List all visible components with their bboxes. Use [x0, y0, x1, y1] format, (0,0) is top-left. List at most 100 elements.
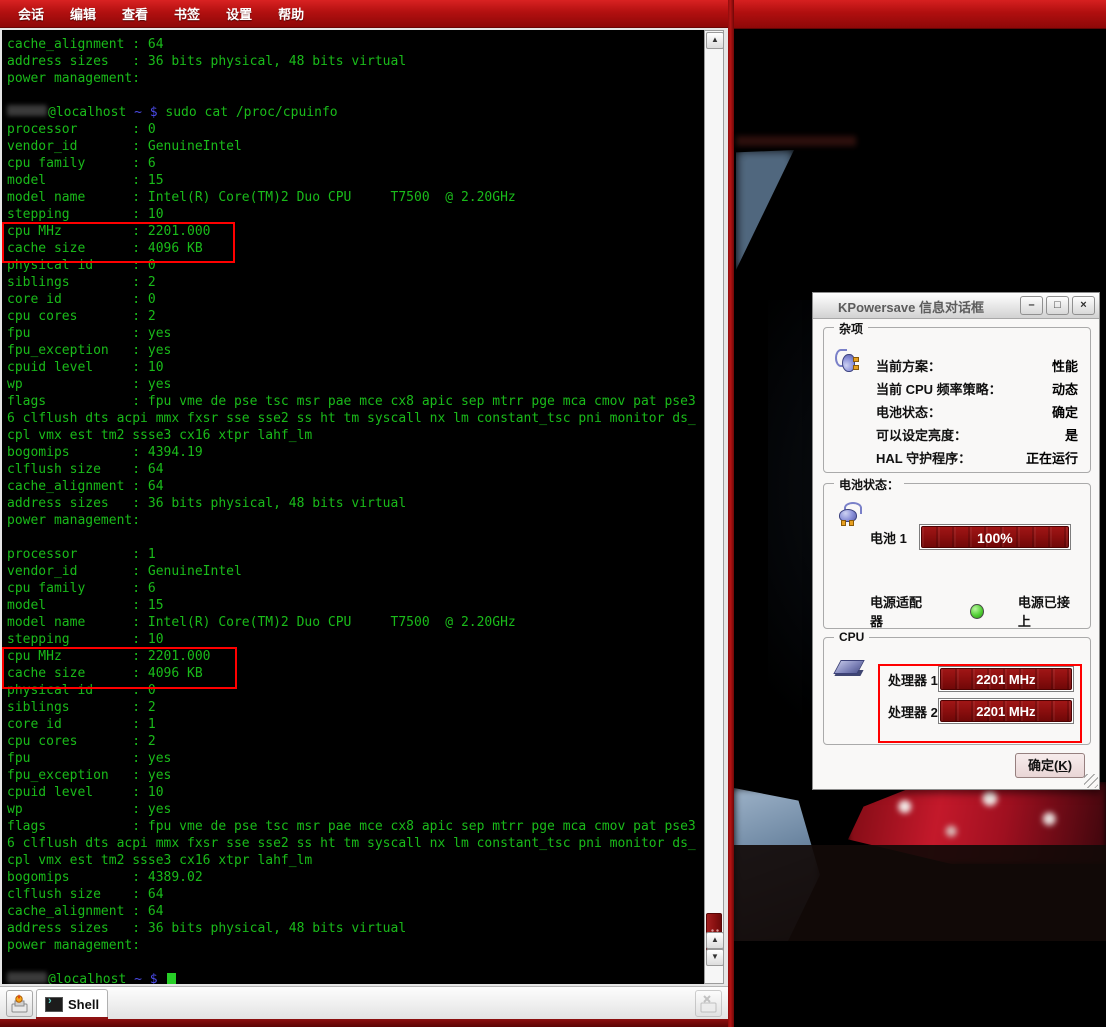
scrollbar-up-icon[interactable]: ▲ — [706, 32, 724, 49]
terminal-line: address sizes : 36 bits physical, 48 bit… — [7, 920, 696, 937]
terminal-line — [7, 954, 696, 971]
adapter-label: 电源适配器 — [870, 592, 928, 630]
terminal-lines: cache_alignment : 64address sizes : 36 b… — [7, 36, 696, 984]
battery-label: 电池 1 — [870, 528, 907, 547]
cpu-frequency-bar: 2201 MHz — [938, 698, 1074, 724]
terminal-line: cpuid level : 10 — [7, 359, 696, 376]
misc-rows: 当前方案： 性能 当前 CPU 频率策略： 动态 电池状态： 确定 可以设定亮度… — [876, 354, 1078, 469]
new-session-button[interactable] — [6, 990, 33, 1017]
terminal-line: cpl vmx est tm2 ssse3 cx16 xtpr lahf_lm — [7, 852, 696, 869]
terminal-line: siblings : 2 — [7, 699, 696, 716]
terminal-line: core id : 0 — [7, 291, 696, 308]
terminal-line: cache size : 4096 KB — [7, 240, 696, 257]
cpu-frequency-value: 2201 MHz — [940, 700, 1072, 722]
misc-value: 性能 — [1052, 356, 1078, 375]
tab-shell-label: Shell — [68, 997, 99, 1012]
scrollbar-down-icon[interactable]: ▼ — [706, 949, 724, 966]
terminal-line: power management: — [7, 512, 696, 529]
terminal-line: 6 clflush dts acpi mmx fxsr sse sse2 ss … — [7, 835, 696, 852]
menu-view[interactable]: 查看 — [122, 4, 148, 23]
tab-bar: Shell — [0, 986, 728, 1019]
cpu-groupbox: CPU 处理器 1 2201 MHz 处理器 2 2201 MHz — [823, 637, 1091, 745]
menu-bookmarks[interactable]: 书签 — [174, 4, 200, 23]
terminal-line — [7, 87, 696, 104]
misc-value: 正在运行 — [1026, 448, 1078, 467]
close-button[interactable]: × — [1072, 296, 1095, 315]
terminal-line: clflush size : 64 — [7, 461, 696, 478]
scrollbar-up-icon[interactable]: ▲ — [706, 932, 724, 949]
cpu-frequency-bar: 2201 MHz — [938, 666, 1074, 692]
terminal-line: fpu_exception : yes — [7, 342, 696, 359]
cpu-legend: CPU — [834, 630, 869, 644]
menu-edit[interactable]: 编辑 — [70, 4, 96, 23]
misc-row-scheme: 当前方案： 性能 — [876, 354, 1078, 377]
kpowersave-dialog: KPowersave 信息对话框 – □ × 杂项 当前方案： 性能 — [812, 292, 1100, 790]
terminal-line: model name : Intel(R) Core(TM)2 Duo CPU … — [7, 189, 696, 206]
adapter-status: 电源已接上 — [1018, 592, 1076, 630]
menu-help[interactable]: 帮助 — [278, 4, 304, 23]
battery-groupbox: 电池状态： 电池 1 100% 电源适配器 电源已接上 — [823, 483, 1091, 629]
resize-grip[interactable] — [1084, 774, 1098, 788]
cpu-frequency-value: 2201 MHz — [940, 668, 1072, 690]
terminal-line: siblings : 2 — [7, 274, 696, 291]
minimize-button[interactable]: – — [1020, 296, 1043, 315]
terminal-line: fpu : yes — [7, 750, 696, 767]
terminal-line: bogomips : 4394.19 — [7, 444, 696, 461]
dialog-title: KPowersave 信息对话框 — [813, 297, 1009, 316]
menu-session[interactable]: 会话 — [18, 4, 44, 23]
battery-progressbar: 100% — [919, 524, 1071, 550]
close-session-icon — [696, 991, 721, 1016]
plug-prong — [841, 520, 846, 526]
video-frame-dark-area — [734, 845, 1106, 941]
terminal-line: cache_alignment : 64 — [7, 36, 696, 53]
terminal-line: cache_alignment : 64 — [7, 478, 696, 495]
terminal-line: vendor_id : GenuineIntel — [7, 138, 696, 155]
terminal-line: stepping : 10 — [7, 631, 696, 648]
dialog-titlebar[interactable]: KPowersave 信息对话框 – □ × — [813, 293, 1099, 319]
terminal-frame: cache_alignment : 64address sizes : 36 b… — [0, 28, 728, 986]
terminal-line: physical id : 0 — [7, 257, 696, 274]
cpu-row-processor2: 处理器 2 2201 MHz — [888, 698, 1074, 724]
video-window-titlebar — [734, 0, 1106, 29]
tab-shell[interactable]: Shell — [36, 989, 108, 1019]
misc-label: 电池状态： — [876, 402, 941, 421]
video-window-border — [728, 0, 734, 1027]
terminal-line: fpu : yes — [7, 325, 696, 342]
misc-value: 确定 — [1052, 402, 1078, 421]
terminal-line: bogomips : 4389.02 — [7, 869, 696, 886]
dialog-window-buttons: – □ × — [1020, 296, 1095, 315]
terminal-line: cache size : 4096 KB — [7, 665, 696, 682]
misc-row-battery-state: 电池状态： 确定 — [876, 400, 1078, 423]
plug-prong — [853, 365, 859, 370]
battery-row: 电池 1 100% — [870, 524, 1076, 550]
close-session-button[interactable] — [695, 990, 722, 1017]
misc-row-cpu-policy: 当前 CPU 频率策略： 动态 — [876, 377, 1078, 400]
terminal-line: core id : 1 — [7, 716, 696, 733]
terminal-line: model : 15 — [7, 172, 696, 189]
misc-groupbox: 杂项 当前方案： 性能 当前 CPU 频率策略： 动态 电池状态： 确定 — [823, 327, 1091, 473]
terminal-line: cpu family : 6 — [7, 580, 696, 597]
terminal-line: cpl vmx est tm2 ssse3 cx16 xtpr lahf_lm — [7, 427, 696, 444]
new-session-icon — [7, 991, 32, 1016]
misc-label: 可以设定亮度： — [876, 425, 967, 444]
maximize-button[interactable]: □ — [1046, 296, 1069, 315]
terminal-line: processor : 1 — [7, 546, 696, 563]
terminal-line: stepping : 10 — [7, 206, 696, 223]
terminal-cursor — [167, 973, 176, 984]
misc-label: 当前 CPU 频率策略： — [876, 379, 1002, 398]
censored-username — [7, 972, 47, 983]
terminal-line: cache_alignment : 64 — [7, 903, 696, 920]
power-plug-icon — [835, 349, 859, 375]
battery-progress-value: 100% — [921, 526, 1069, 548]
menu-settings[interactable]: 设置 — [226, 4, 252, 23]
terminal-scrollbar[interactable]: ▲ ▲ ▼ — [704, 30, 724, 984]
terminal-line — [7, 529, 696, 546]
misc-row-hal-daemon: HAL 守护程序： 正在运行 — [876, 446, 1078, 469]
cpu-label: 处理器 2 — [888, 702, 938, 721]
ok-button[interactable]: 确定(K) — [1015, 753, 1085, 778]
terminal-view[interactable]: cache_alignment : 64address sizes : 36 b… — [2, 30, 704, 984]
konsole-bottom-border — [0, 1019, 728, 1027]
terminal-line: physical id : 0 — [7, 682, 696, 699]
cpu-row-processor1: 处理器 1 2201 MHz — [888, 666, 1074, 692]
cpu-label: 处理器 1 — [888, 670, 938, 689]
